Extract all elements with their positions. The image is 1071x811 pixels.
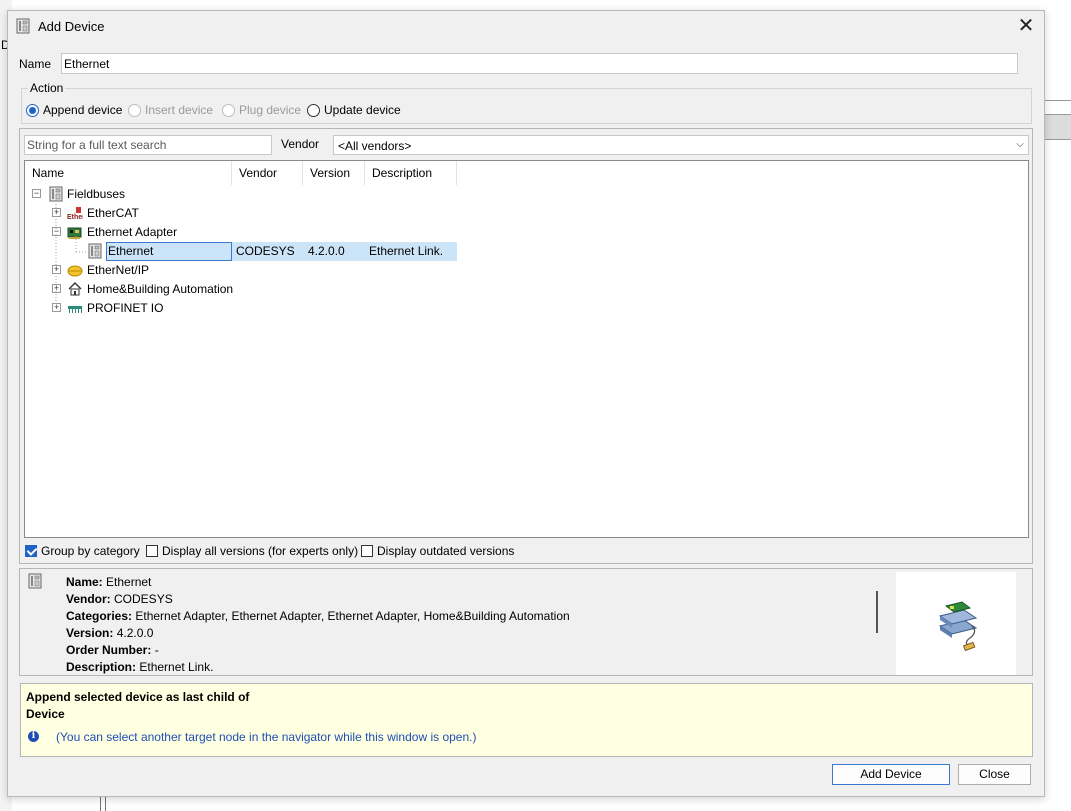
device-tree[interactable]: Name Vendor Version Description − Fieldb… bbox=[24, 160, 1029, 538]
name-label: Name bbox=[19, 57, 52, 71]
action-note: Append selected device as last child of … bbox=[20, 683, 1033, 757]
radio-icon bbox=[307, 103, 320, 117]
note-hint: (You can select another target node in t… bbox=[56, 730, 477, 744]
add-device-dialog: Add Device ✕ Name Action Append device I… bbox=[7, 10, 1045, 797]
radio-icon bbox=[222, 103, 235, 117]
plug-device-radio[interactable]: Plug device bbox=[222, 103, 301, 117]
update-device-radio[interactable]: Update device bbox=[307, 103, 401, 117]
background-window-right bbox=[1045, 0, 1071, 811]
info-categories-value: Ethernet Adapter, Ethernet Adapter, Ethe… bbox=[135, 609, 570, 623]
vendor-value: <All vendors> bbox=[338, 139, 412, 153]
plug-device-label: Plug device bbox=[239, 103, 302, 117]
display-all-versions-label: Display all versions (for experts only) bbox=[162, 544, 359, 558]
info-categories-key: Categories: bbox=[66, 609, 133, 623]
radio-selected-icon bbox=[26, 103, 39, 117]
info-vendor-value: CODESYS bbox=[114, 592, 173, 606]
checkbox-icon bbox=[146, 545, 158, 557]
background-splitter bbox=[100, 797, 106, 811]
vendor-select[interactable]: <All vendors> ⌵ bbox=[333, 135, 1029, 155]
search-input[interactable] bbox=[24, 135, 272, 155]
info-icon: i bbox=[28, 731, 39, 742]
checkbox-icon bbox=[361, 545, 373, 557]
radio-icon bbox=[128, 103, 141, 117]
network-devices-icon bbox=[938, 601, 978, 652]
append-device-label: Append device bbox=[43, 103, 123, 117]
background-divider bbox=[1045, 100, 1071, 101]
title-bar[interactable]: Add Device ✕ bbox=[8, 11, 1044, 43]
info-name-value: Ethernet bbox=[106, 575, 152, 589]
info-vendor-key: Vendor: bbox=[66, 592, 111, 606]
info-order-key: Order Number: bbox=[66, 643, 152, 657]
display-all-versions-checkbox[interactable]: Display all versions (for experts only) bbox=[146, 544, 358, 558]
column-description[interactable]: Description bbox=[365, 161, 457, 185]
column-vendor[interactable]: Vendor bbox=[232, 161, 303, 185]
append-device-radio[interactable]: Append device bbox=[26, 103, 122, 117]
column-version[interactable]: Version bbox=[303, 161, 365, 185]
note-line-1: Append selected device as last child of bbox=[26, 690, 250, 704]
device-image bbox=[896, 572, 1016, 675]
device-info-text: Name: Ethernet Vendor: CODESYS Categorie… bbox=[66, 574, 570, 675]
update-device-label: Update device bbox=[324, 103, 401, 117]
display-outdated-checkbox[interactable]: Display outdated versions bbox=[361, 544, 514, 558]
info-order-value: - bbox=[154, 643, 159, 657]
device-info-panel: Name: Ethernet Vendor: CODESYS Categorie… bbox=[19, 568, 1033, 676]
close-icon[interactable]: ✕ bbox=[1014, 15, 1038, 39]
info-version-key: Version: bbox=[66, 626, 114, 640]
device-icon bbox=[16, 18, 30, 34]
note-line-2: Device bbox=[26, 707, 65, 721]
vendor-label: Vendor bbox=[281, 137, 320, 151]
dialog-title: Add Device bbox=[38, 19, 105, 34]
add-device-button[interactable]: Add Device bbox=[832, 764, 950, 785]
tree-connector-lines bbox=[55, 201, 87, 309]
info-description-key: Description: bbox=[66, 660, 137, 674]
cell-version: 4.2.0.0 bbox=[308, 244, 345, 258]
chevron-down-icon: ⌵ bbox=[1016, 139, 1024, 150]
background-toolbar bbox=[1045, 114, 1071, 140]
cell-description: Ethernet Link. bbox=[369, 244, 444, 258]
info-version-value: 4.2.0.0 bbox=[116, 626, 154, 640]
cell-vendor: CODESYS bbox=[236, 244, 295, 258]
group-by-category-label: Group by category bbox=[41, 544, 140, 558]
info-name-key: Name: bbox=[66, 575, 103, 589]
action-label: Action bbox=[28, 81, 66, 95]
insert-device-label: Insert device bbox=[145, 103, 214, 117]
checkbox-checked-icon bbox=[25, 545, 37, 557]
close-button[interactable]: Close bbox=[958, 764, 1031, 785]
display-outdated-label: Display outdated versions bbox=[377, 544, 515, 558]
device-icon bbox=[28, 573, 42, 589]
insert-device-radio[interactable]: Insert device bbox=[128, 103, 213, 117]
info-scrollbar[interactable] bbox=[876, 591, 878, 633]
group-by-category-checkbox[interactable]: Group by category bbox=[25, 544, 140, 558]
info-description-value: Ethernet Link. bbox=[139, 660, 214, 674]
name-input[interactable] bbox=[61, 53, 1018, 74]
